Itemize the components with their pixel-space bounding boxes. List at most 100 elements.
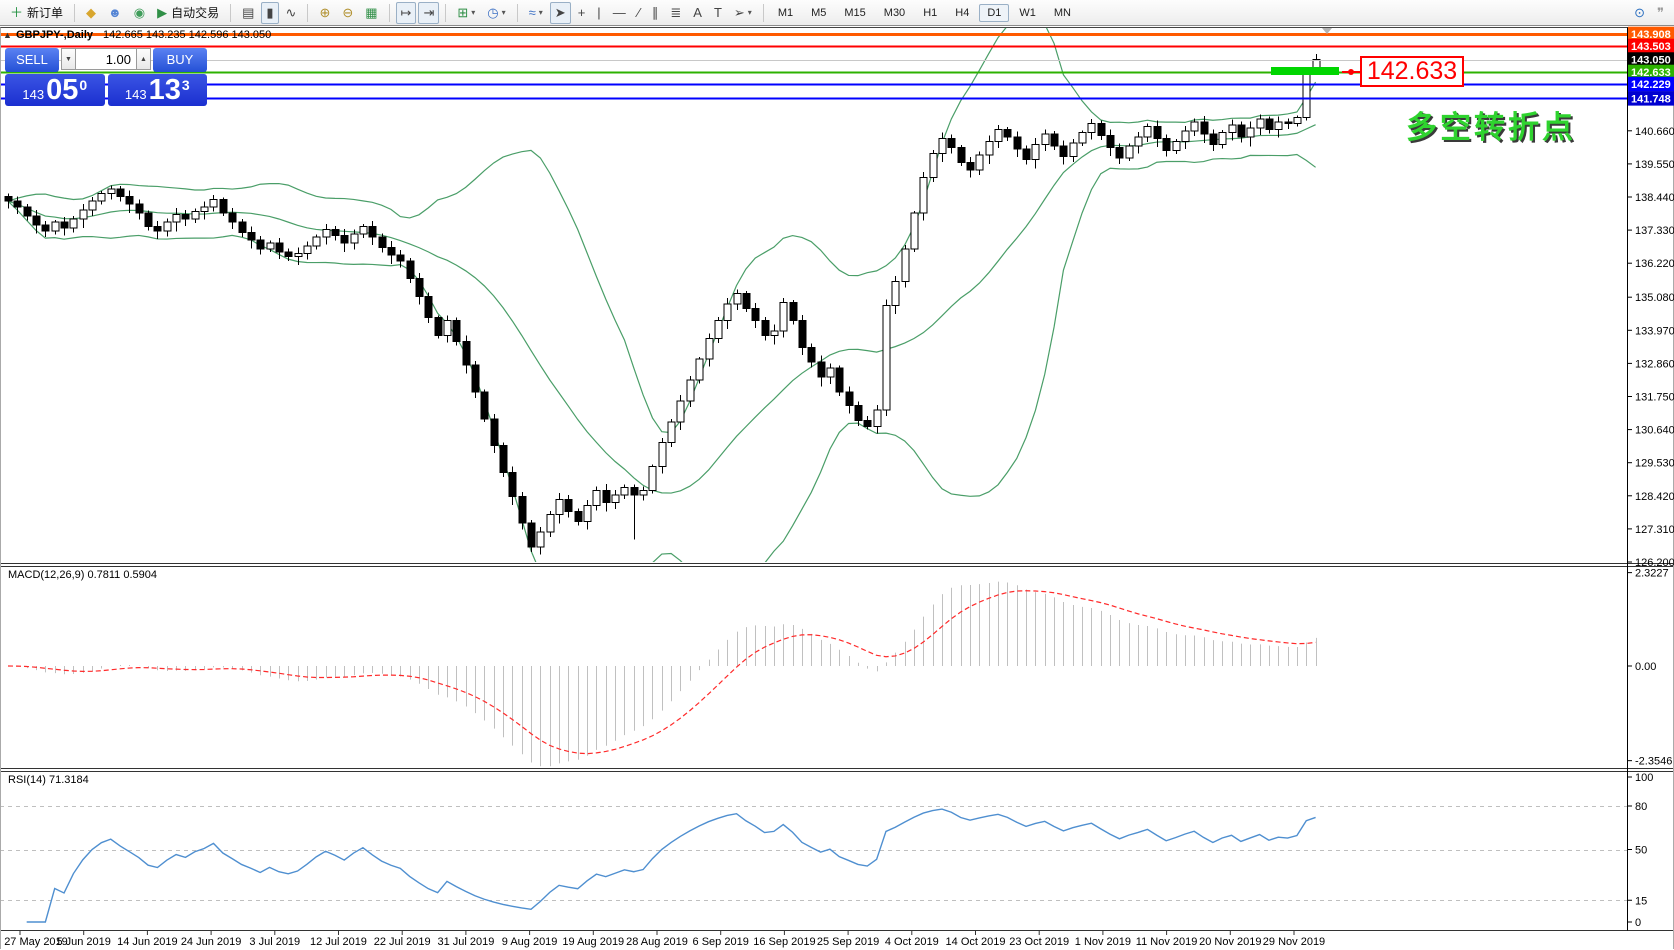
timeframe-m15-button[interactable]: M15 <box>836 4 873 22</box>
buy-price-button[interactable]: 143 13 3 <box>108 74 208 106</box>
timeframe-mn-button[interactable]: MN <box>1046 4 1079 22</box>
highlight-rectangle[interactable] <box>1271 67 1339 75</box>
signals-button[interactable]: ◉ <box>129 2 150 24</box>
annotation-text[interactable]: 多空转折点 <box>1406 102 1576 147</box>
sell-price-big: 05 <box>46 75 78 105</box>
line-chart-button[interactable]: ∿ <box>281 2 302 24</box>
price-tick-label: 139.550 <box>1635 159 1674 171</box>
horizontal-line-button[interactable]: — <box>608 2 631 24</box>
toolbar-separator <box>389 4 390 22</box>
timeframe-h1-button[interactable]: H1 <box>915 4 945 22</box>
cursor-button[interactable]: ➤ <box>550 2 571 24</box>
toolbar-right-group: ⊙❞ <box>1628 0 1670 26</box>
equidistant-channel-button[interactable]: ∥ <box>647 2 664 24</box>
indicators-button[interactable]: ≈▾ <box>524 2 548 24</box>
cursor-icon: ➤ <box>555 3 566 23</box>
ohlc-values: 142.665 143.235 142.596 143.050 <box>103 29 271 41</box>
timeframe-w1-button[interactable]: W1 <box>1011 4 1044 22</box>
candlestick-chart-icon: ▮ <box>266 3 273 23</box>
metaeditor-icon: ◆ <box>86 3 96 23</box>
toolbar-separator <box>74 4 75 22</box>
text-label-icon: T <box>714 3 722 23</box>
new-chart-dropdown-arrow: ▾ <box>471 8 475 17</box>
price-tick-label: 136.220 <box>1635 258 1674 270</box>
sell-price-pipette: 0 <box>79 77 87 93</box>
toolbar-separator <box>763 4 764 22</box>
macd-tick-label: -2.3546 <box>1635 756 1672 768</box>
auto-trading-icon: ▶ <box>157 3 167 23</box>
date-tick-label: 31 Jul 2019 <box>437 936 494 948</box>
panel-collapse-toggle[interactable]: ▲ <box>3 30 12 40</box>
bar-chart-icon: ▤ <box>242 3 254 23</box>
buy-button[interactable]: BUY <box>153 48 207 72</box>
new-chart-button[interactable]: ⊞▾ <box>452 2 480 24</box>
trendline-button[interactable]: ∕ <box>633 2 645 24</box>
profiles-dropdown-arrow: ▾ <box>502 8 506 17</box>
date-tick-label: 22 Jul 2019 <box>374 936 431 948</box>
search-icon: ⊙ <box>1634 3 1645 23</box>
price-level-badge-label: 141.748 <box>1631 93 1671 105</box>
new-order-icon: ＋ <box>10 3 23 23</box>
price-tick-label: 137.330 <box>1635 225 1674 237</box>
price-tick-label: 133.970 <box>1635 325 1674 337</box>
timeframe-m1-button[interactable]: M1 <box>770 4 801 22</box>
new-order-button[interactable]: ＋新订单 <box>5 2 68 24</box>
text-button[interactable]: A <box>688 2 707 24</box>
vertical-line-icon: | <box>597 3 600 23</box>
date-tick-label: 14 Oct 2019 <box>946 936 1006 948</box>
fibonacci-button[interactable]: ≣ <box>665 2 686 24</box>
zoom-in-button[interactable]: ⊕ <box>314 2 335 24</box>
toolbar-separator <box>517 4 518 22</box>
timeframe-h4-button[interactable]: H4 <box>947 4 977 22</box>
timeframe-d1-button[interactable]: D1 <box>979 4 1009 22</box>
crosshair-button[interactable]: + <box>573 2 591 24</box>
date-tick-label: 19 Aug 2019 <box>562 936 624 948</box>
text-icon: A <box>693 3 702 23</box>
metaeditor-button[interactable]: ◆ <box>81 2 101 24</box>
price-callout-label[interactable]: 142.633 <box>1360 56 1464 87</box>
volume-decrease-button[interactable]: ▼ <box>61 48 76 70</box>
sell-button[interactable]: SELL <box>5 48 59 72</box>
zoom-out-button[interactable]: ⊖ <box>337 2 358 24</box>
mql5-community-icon: ☻ <box>108 3 122 23</box>
volume-increase-button[interactable]: ▲ <box>136 48 151 70</box>
chart-canvas[interactable]: 140.660139.550138.440137.330136.220135.0… <box>0 26 1674 950</box>
date-tick-label: 12 Jul 2019 <box>310 936 367 948</box>
arrows-button[interactable]: ➢▾ <box>729 2 757 24</box>
date-tick-label: 29 Nov 2019 <box>1263 936 1325 948</box>
symbol-period-label: GBPJPY-,Daily <box>16 29 93 41</box>
price-tick-label: 129.530 <box>1635 458 1674 470</box>
chart-shift-button[interactable]: ⇥ <box>418 2 439 24</box>
date-tick-label: 20 Nov 2019 <box>1199 936 1261 948</box>
rsi-tick-label: 15 <box>1635 895 1647 907</box>
signals-icon: ◉ <box>134 3 145 23</box>
sell-price-button[interactable]: 143 05 0 <box>5 74 105 106</box>
new-order-label: 新订单 <box>27 4 63 21</box>
timeframe-m5-button[interactable]: M5 <box>803 4 834 22</box>
fibonacci-icon: ≣ <box>670 3 681 23</box>
text-label-button[interactable]: T <box>709 2 727 24</box>
one-click-trading-panel: SELL ▼ 1.00 ▲ BUY 143 05 0 143 13 3 <box>5 48 207 106</box>
equidistant-channel-icon: ∥ <box>652 3 659 23</box>
date-tick-label: 28 Aug 2019 <box>626 936 688 948</box>
chat-button[interactable]: ❞ <box>1652 2 1669 24</box>
auto-trading-button[interactable]: ▶自动交易 <box>152 2 224 24</box>
indicators-icon: ≈ <box>529 3 536 23</box>
candlestick-chart-button[interactable]: ▮ <box>261 2 278 24</box>
rsi-tick-label: 50 <box>1635 845 1647 857</box>
vertical-line-button[interactable]: | <box>592 2 605 24</box>
auto-scroll-button[interactable]: ↦ <box>396 2 417 24</box>
price-level-badge-label: 143.503 <box>1631 41 1671 53</box>
toolbar-separator <box>307 4 308 22</box>
date-tick-label: 23 Oct 2019 <box>1009 936 1069 948</box>
chart-shift-marker[interactable] <box>1322 28 1332 34</box>
search-button[interactable]: ⊙ <box>1629 2 1650 24</box>
bar-chart-button[interactable]: ▤ <box>237 2 259 24</box>
mql5-community-button[interactable]: ☻ <box>103 2 127 24</box>
price-callout-anchor[interactable] <box>1348 69 1354 75</box>
profiles-button[interactable]: ◷▾ <box>482 2 510 24</box>
rsi-indicator-label: RSI(14) 71.3184 <box>8 774 89 786</box>
volume-input[interactable]: 1.00 <box>76 48 136 70</box>
tile-windows-button[interactable]: ▦ <box>360 2 382 24</box>
timeframe-m30-button[interactable]: M30 <box>876 4 913 22</box>
